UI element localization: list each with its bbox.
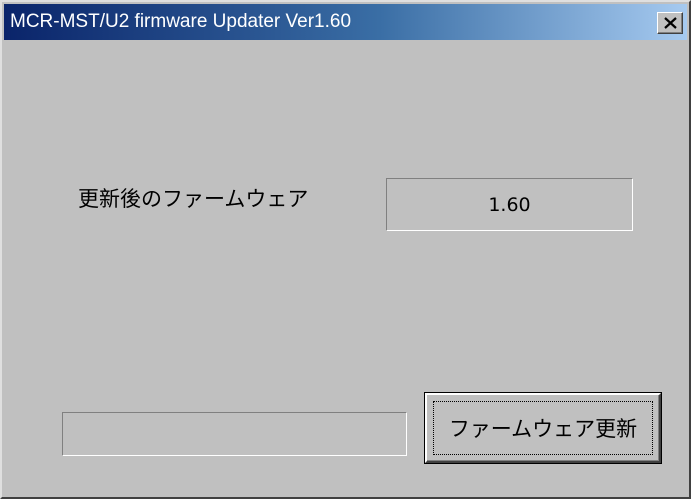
title-bar[interactable]: MCR-MST/U2 firmware Updater Ver1.60 [4, 4, 687, 40]
firmware-version-value: 1.60 [488, 193, 531, 216]
close-button[interactable] [657, 12, 683, 34]
progress-bar [62, 412, 407, 456]
close-icon [664, 17, 677, 29]
window-title: MCR-MST/U2 firmware Updater Ver1.60 [10, 11, 352, 32]
updater-window: MCR-MST/U2 firmware Updater Ver1.60 更新後の… [0, 0, 691, 499]
update-firmware-button[interactable]: ファームウェア更新 [424, 392, 662, 464]
update-button-label: ファームウェア更新 [448, 417, 638, 441]
firmware-version-field: 1.60 [386, 178, 633, 231]
update-button-focus: ファームウェア更新 [433, 401, 653, 455]
firmware-label: 更新後のファームウェア [78, 187, 309, 211]
